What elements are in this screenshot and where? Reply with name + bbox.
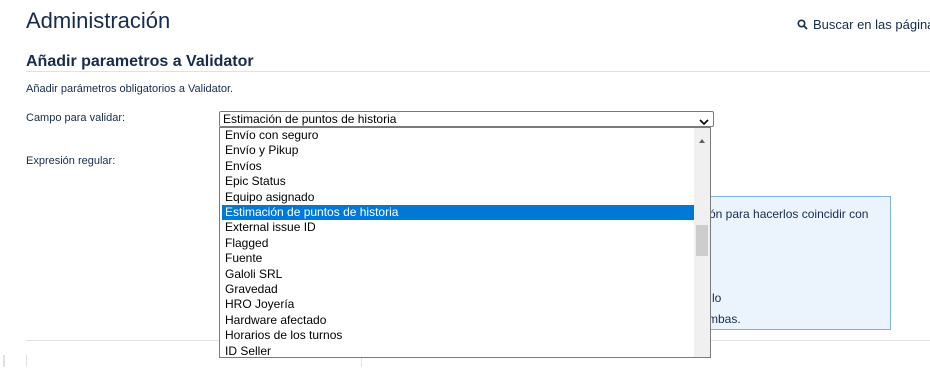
regex-label: Expresión regular:: [26, 155, 116, 167]
scrollbar-thumb[interactable]: [696, 225, 708, 256]
regex-help-panel: ón para hacerlos coincidir con lo mbas.: [690, 196, 891, 330]
page-title: Administración: [26, 8, 171, 33]
dropdown-option[interactable]: Envíos: [222, 159, 697, 174]
dropdown-option[interactable]: Envío y Pikup: [222, 143, 697, 158]
search-icon: [797, 19, 808, 30]
footer-column-border: [26, 355, 27, 367]
dropdown-option[interactable]: HRO Joyería: [222, 297, 697, 312]
dropdown-option[interactable]: Epic Status: [222, 174, 697, 189]
scroll-up-arrow-icon[interactable]: [697, 131, 707, 149]
field-select-value: Estimación de puntos de historia: [223, 112, 397, 126]
dropdown-option[interactable]: Flagged: [222, 236, 697, 251]
dropdown-option[interactable]: Gravedad: [222, 282, 697, 297]
field-to-validate-select[interactable]: Estimación de puntos de historia: [219, 111, 714, 127]
help-text-line: ón para hacerlos coincidir con: [709, 207, 869, 221]
field-options-list[interactable]: Envío con seguro Envío y Pikup Envíos Ep…: [219, 127, 711, 358]
dropdown-option[interactable]: Horarios de los turnos: [222, 328, 697, 343]
dropdown-option[interactable]: ID Seller: [222, 344, 697, 357]
search-pages-label: Buscar en las páginas: [813, 17, 930, 32]
dropdown-option[interactable]: Hardware afectado: [222, 313, 697, 328]
dropdown-scrollbar[interactable]: [694, 128, 710, 357]
section-title: Añadir parametros a Validator: [26, 53, 254, 70]
help-text-line: lo: [712, 291, 722, 305]
dropdown-option-selected[interactable]: Estimación de puntos de historia: [222, 205, 697, 221]
dropdown-option[interactable]: Fuente: [222, 251, 697, 266]
page-edge-mark: [3, 355, 5, 367]
dropdown-option[interactable]: External issue ID: [222, 220, 697, 235]
dropdown-option[interactable]: Galoli SRL: [222, 267, 697, 282]
dropdown-option[interactable]: Envío con seguro: [222, 128, 697, 143]
field-to-validate-label: Campo para validar:: [26, 112, 126, 124]
dropdown-option[interactable]: Equipo asignado: [222, 190, 697, 205]
search-pages-link[interactable]: Buscar en las páginas: [797, 17, 930, 32]
section-description: Añadir parámetros obligatorios a Validat…: [26, 83, 234, 95]
section-divider: [26, 71, 930, 72]
help-text-line: mbas.: [708, 312, 741, 326]
